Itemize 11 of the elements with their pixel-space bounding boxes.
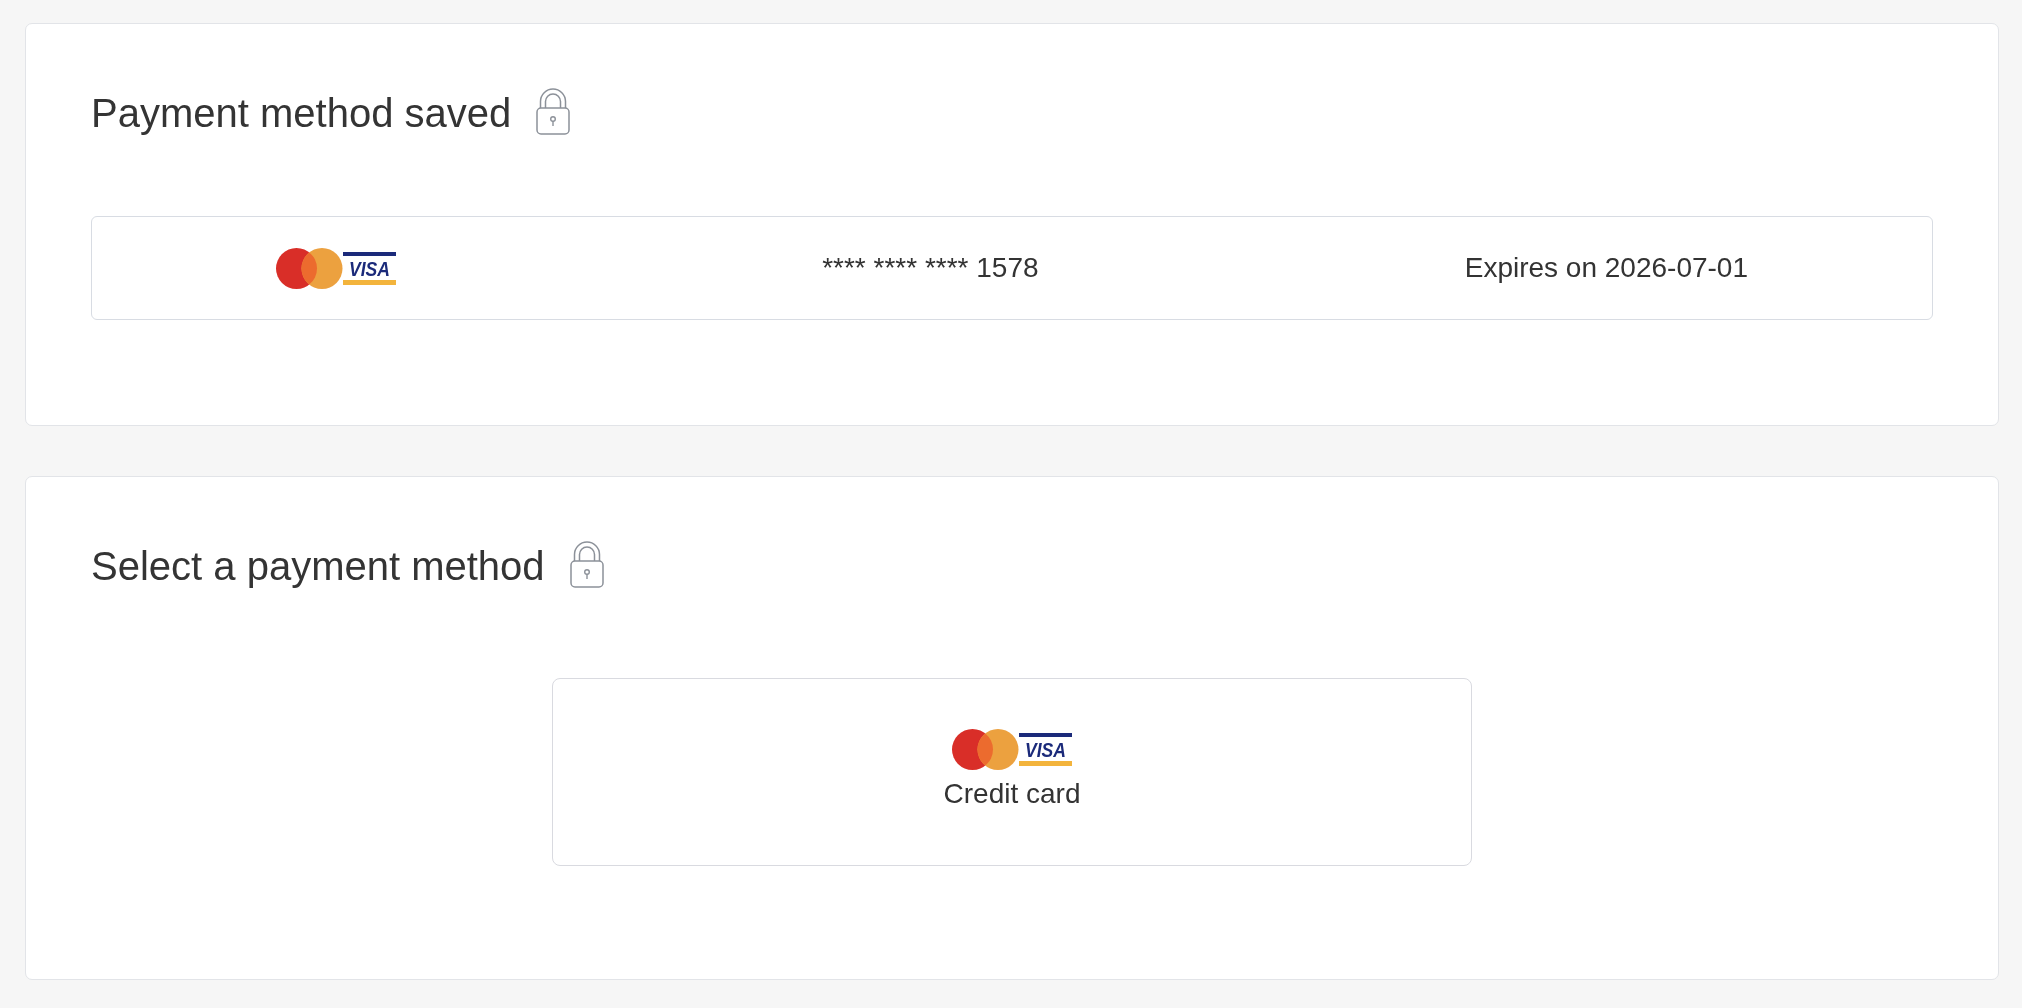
payment-option-button[interactable]: VISA Credit card [552,678,1472,866]
overlapping-circles-icon [276,247,343,289]
expiry-date: Expires on 2026-07-01 [1464,251,1748,285]
overlapping-circles-icon [952,728,1019,770]
section-title: Select a payment method [91,543,545,590]
card-number: **** **** **** 1578 [822,251,1039,285]
card-brand-logo: VISA [343,247,396,289]
lock-icon [536,87,571,135]
section-title: Payment method saved [91,90,512,137]
card-brand-logo: VISA [1019,728,1072,770]
lock-icon [569,540,604,588]
